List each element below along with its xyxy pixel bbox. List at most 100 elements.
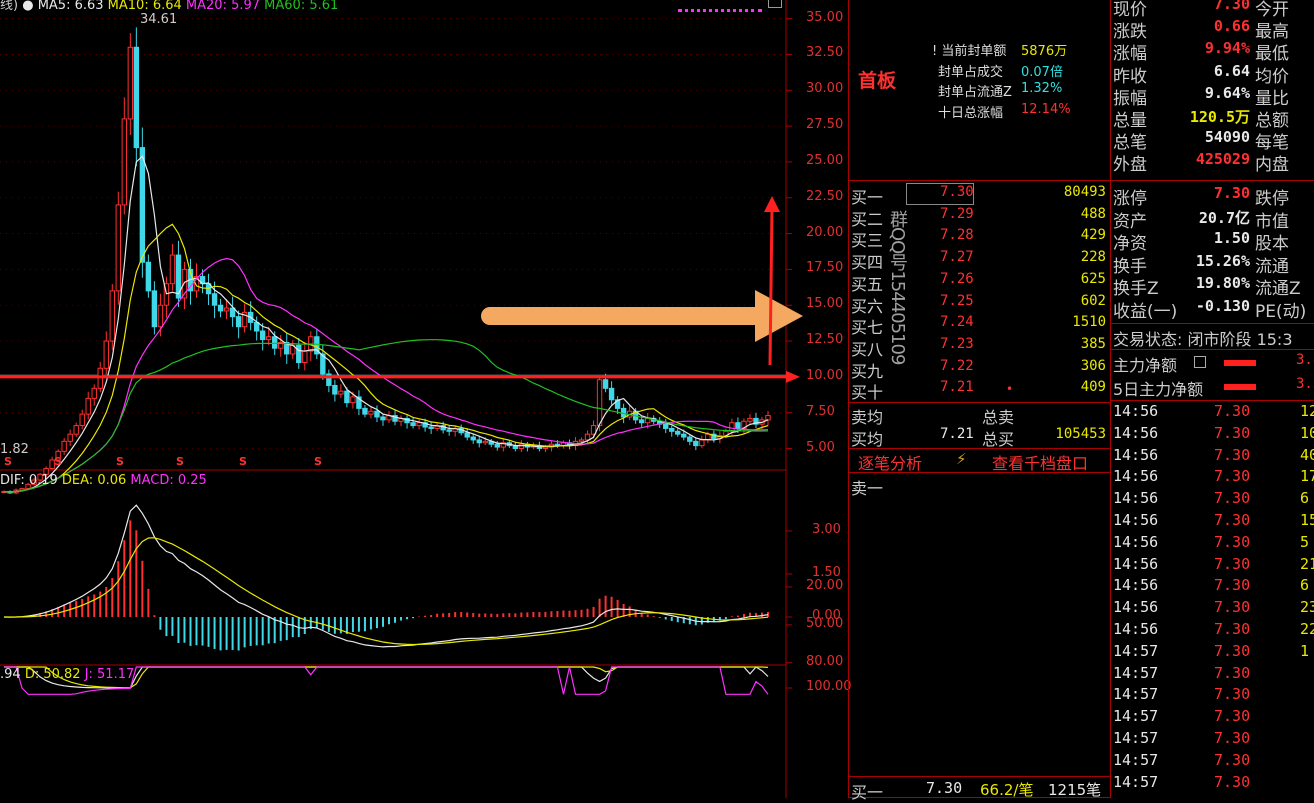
buy-level-price: 7.30 (940, 184, 974, 200)
buy-level-label: 买十 (851, 383, 884, 403)
buy-level-price: 7.29 (940, 205, 974, 222)
legend-item: J: 51.17 (80, 667, 135, 682)
tick-volume: 21 (1300, 554, 1314, 573)
legend-item: 线) (0, 0, 23, 13)
legend-item: MACD: 0.25 (126, 473, 207, 488)
avg-label: 买均 (851, 430, 884, 449)
stats-divider-4 (1110, 400, 1314, 401)
main-force-value: 3.8 (1296, 352, 1314, 368)
candle-body (145, 261, 152, 292)
price-tick-label: 30.00 (806, 81, 844, 97)
stat-value: 1.50 (1213, 229, 1250, 248)
buy-level-volume: 80493 (1063, 184, 1106, 200)
tick-price: 7.30 (1214, 707, 1251, 726)
candle-body (115, 204, 121, 292)
stat-value: 9.64% (1204, 83, 1250, 102)
bottom-buy-price: 7.30 (926, 779, 963, 797)
candle-body (103, 340, 109, 369)
legend-item: DEA: 0.06 (57, 473, 127, 488)
candle-body (476, 439, 482, 444)
stat-label: 涨停 (1113, 189, 1147, 209)
main-force-bar (1224, 384, 1256, 390)
buy-level-volume: 385 (1080, 335, 1106, 352)
buy-level-price: 7.24 (940, 314, 974, 331)
s-mark: S (4, 455, 12, 468)
legend-item: D: 50.82 (20, 667, 81, 682)
candle-body (518, 443, 525, 450)
candle-body (296, 344, 302, 364)
price-tick-label: 12.50 (806, 332, 844, 348)
tick-price: 7.30 (1214, 641, 1251, 660)
buy-level-price: 7.28 (940, 227, 974, 244)
buy-level-volume: 429 (1080, 227, 1106, 244)
candle-body (67, 433, 73, 442)
tick-price: 7.30 (1214, 598, 1251, 617)
tab-thousand-level[interactable]: 查看千档盘口 (992, 450, 1088, 474)
bottom-buy-count: 1215笔 (1048, 781, 1102, 799)
stat-label-2: 流通Z (1255, 279, 1301, 300)
bottom-buy-avg: 66.2/笔 (980, 781, 1034, 799)
seal-info-value: 0.07倍 (1021, 64, 1063, 80)
tick-volume: 40 (1300, 445, 1314, 464)
candle-body (151, 290, 158, 328)
candle-body (362, 407, 368, 415)
tick-volume: 22 (1300, 620, 1314, 638)
macd-tick-label: 3.00 (812, 522, 841, 537)
candle-body (470, 436, 476, 441)
price-tick-label: 22.50 (806, 188, 844, 204)
candle-body (446, 429, 452, 432)
buy-level-label: 买三 (851, 231, 884, 251)
stat-value: 19.80% (1195, 274, 1250, 293)
tick-price: 7.30 (1214, 772, 1251, 791)
buy-level-volume: 488 (1080, 205, 1106, 222)
price-tick-label: 7.50 (806, 403, 835, 419)
seal-info-value: 5876万 (1021, 44, 1068, 59)
price-tick-label: 5.00 (806, 439, 835, 455)
buy-level-label: 买八 (851, 339, 884, 359)
tick-time: 14:57 (1113, 750, 1159, 769)
stat-label-2: PE(动) (1255, 302, 1307, 322)
support-line-arrowhead (786, 370, 800, 383)
candle-body (663, 423, 669, 429)
tick-time: 14:57 (1113, 685, 1159, 704)
candle-body (157, 304, 164, 328)
tab-tick-analysis[interactable]: 逐笔分析 (858, 450, 922, 474)
buy-level-label: 买一 (851, 188, 884, 207)
stat-label-2: 内盘 (1255, 155, 1289, 176)
candle-body (169, 254, 176, 285)
stat-value: 20.7亿 (1198, 208, 1250, 227)
candle-body (578, 439, 585, 442)
legend-item: ● MA5: 6.63 (22, 0, 104, 13)
candle-body (19, 488, 25, 491)
tick-time: 14:56 (1113, 467, 1159, 486)
candle-body (217, 304, 224, 312)
sell-one-label: 卖一 (851, 479, 884, 498)
tick-time: 14:56 (1113, 489, 1159, 508)
buy-level-volume: 625 (1080, 270, 1106, 287)
price-tick-label: 15.00 (806, 296, 844, 312)
candle-body (73, 425, 79, 435)
stats-divider-1 (1110, 180, 1314, 181)
avg-label: 卖均 (851, 408, 884, 427)
candle-body (681, 433, 687, 438)
stat-label: 资产 (1113, 211, 1147, 232)
tick-volume: 12 (1300, 402, 1314, 420)
candle-body (428, 426, 434, 429)
stat-value: 54090 (1204, 128, 1250, 147)
candle-body (127, 46, 134, 120)
candle-body (735, 422, 741, 429)
candle-body (494, 443, 500, 448)
candle-body (344, 390, 350, 404)
kdj-tick-label: 100.00 (806, 679, 852, 694)
tick-volume: 23 (1300, 598, 1314, 617)
settings-icon[interactable] (768, 0, 782, 8)
tick-time: 14:56 (1113, 511, 1159, 529)
main-force-value: 3.3 (1296, 376, 1314, 392)
tick-time: 14:57 (1113, 663, 1159, 682)
candle-body (121, 118, 128, 206)
candle-body (416, 422, 422, 427)
tick-time: 14:57 (1113, 772, 1159, 791)
tick-time: 14:56 (1113, 423, 1159, 442)
kdj-tick-label: 50.00 (806, 615, 844, 631)
price-tick-label: 25.00 (806, 152, 844, 168)
